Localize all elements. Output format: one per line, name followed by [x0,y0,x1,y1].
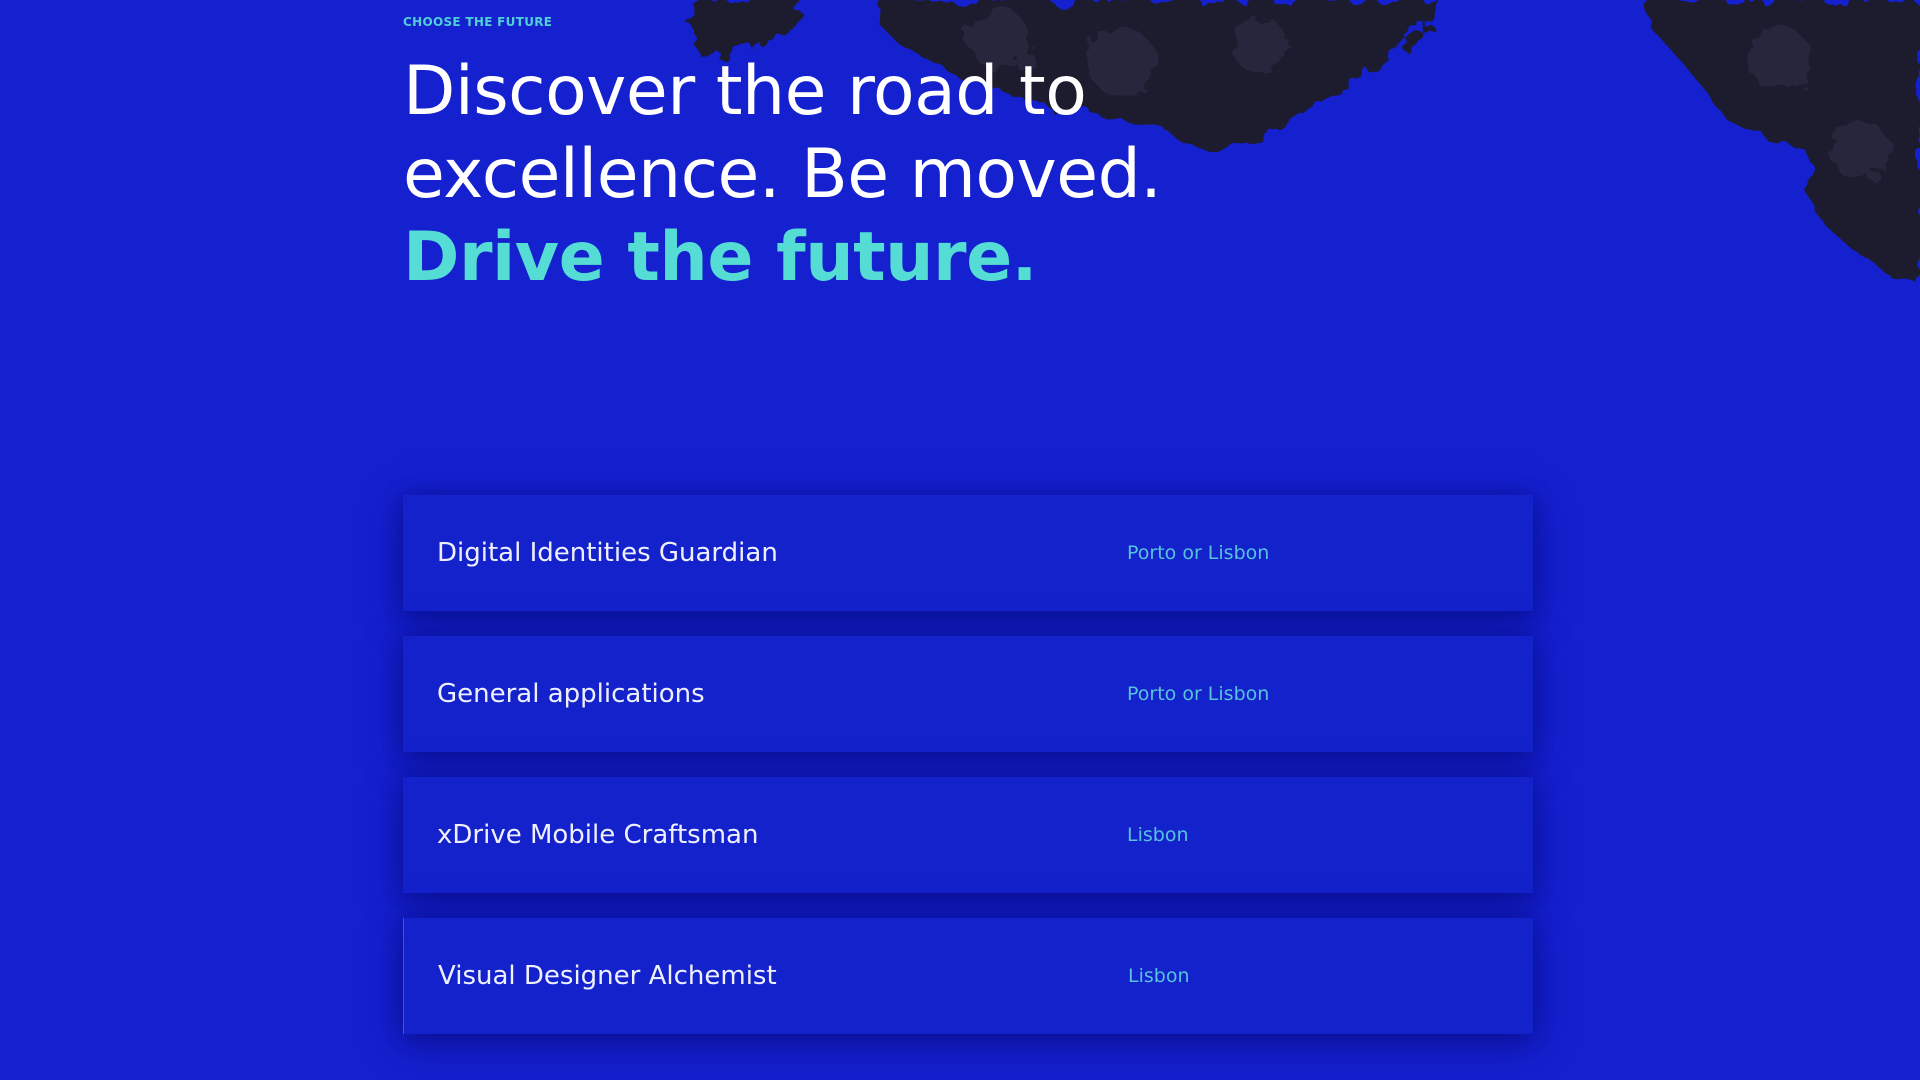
job-list: Digital Identities Guardian Porto or Lis… [403,495,1533,1059]
hero-headline: Discover the road to excellence. Be move… [403,50,1403,299]
job-location: Lisbon [1127,824,1189,846]
job-location: Porto or Lisbon [1127,542,1270,564]
job-title: Digital Identities Guardian [437,538,778,568]
job-row-xdrive-mobile-craftsman[interactable]: xDrive Mobile Craftsman Lisbon [403,777,1533,893]
headline-line-2: excellence. Be moved. [403,135,1162,214]
job-title: General applications [437,679,705,709]
job-row-general-applications[interactable]: General applications Porto or Lisbon [403,636,1533,752]
job-title: Visual Designer Alchemist [438,961,777,991]
job-row-digital-identities-guardian[interactable]: Digital Identities Guardian Porto or Lis… [403,495,1533,611]
job-row-visual-designer-alchemist[interactable]: Visual Designer Alchemist Lisbon [403,918,1533,1034]
job-location: Lisbon [1128,965,1190,987]
job-location: Porto or Lisbon [1127,683,1270,705]
job-title: xDrive Mobile Craftsman [437,820,759,850]
headline-accent: Drive the future. [403,218,1038,297]
section-eyebrow: CHOOSE THE FUTURE [403,15,553,29]
headline-line-1: Discover the road to [403,52,1087,131]
